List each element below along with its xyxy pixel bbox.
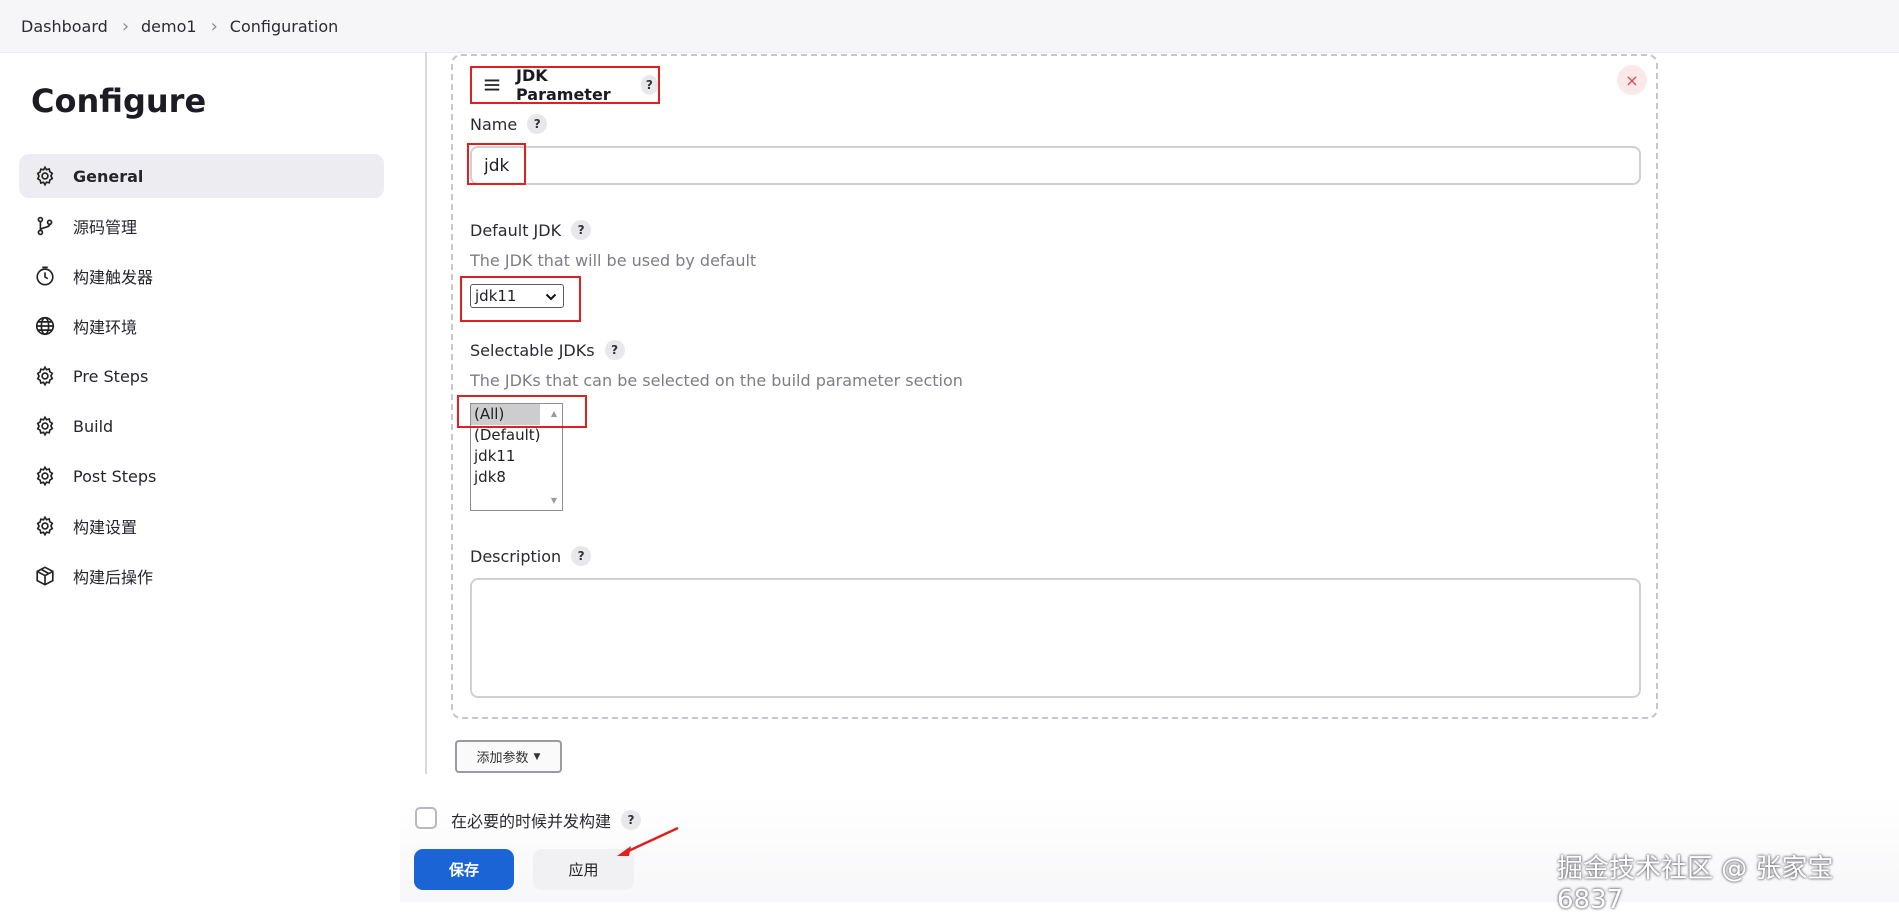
scroll-down-icon[interactable]: ▼	[551, 496, 557, 505]
sidebar-divider	[425, 52, 427, 774]
sidebar-item-pre-steps[interactable]: Pre Steps	[19, 354, 384, 398]
page-title: Configure	[31, 82, 207, 120]
breadcrumb-dashboard[interactable]: Dashboard	[0, 17, 108, 36]
sidebar-item-label: 构建环境	[73, 318, 138, 337]
gear-icon	[33, 414, 57, 438]
description-textarea[interactable]	[470, 578, 1641, 698]
concurrent-build-checkbox[interactable]	[415, 807, 437, 829]
remove-parameter-button[interactable]: ×	[1617, 65, 1647, 95]
branch-icon	[33, 214, 57, 238]
scroll-up-icon[interactable]: ▲	[551, 409, 557, 418]
add-parameter-button[interactable]: 添加参数 ▼	[455, 740, 562, 773]
default-jdk-label: Default JDK ?	[470, 220, 592, 240]
caret-down-icon: ▼	[533, 751, 541, 762]
gear-icon	[33, 514, 57, 538]
selectable-jdks-label-text: Selectable JDKs	[470, 340, 595, 360]
annotation-arrow-icon	[617, 826, 679, 856]
default-jdk-label-text: Default JDK	[470, 220, 562, 240]
selectable-jdks-label: Selectable JDKs ?	[470, 340, 625, 360]
name-label: Name ?	[470, 114, 548, 134]
help-icon[interactable]: ?	[571, 546, 592, 566]
gear-icon	[33, 464, 57, 488]
selectable-jdks-listbox[interactable]: (All) (Default) jdk11 jdk8 ▲ ▼	[470, 403, 563, 511]
chevron-right-icon: ›	[121, 15, 130, 37]
globe-icon	[33, 314, 57, 338]
sidebar-item-scm[interactable]: 源码管理	[19, 204, 384, 248]
default-jdk-description: The JDK that will be used by default	[470, 251, 757, 270]
description-label-text: Description	[470, 546, 562, 566]
sidebar-item-triggers[interactable]: 构建触发器	[19, 254, 384, 298]
sidebar-item-environment[interactable]: 构建环境	[19, 304, 384, 348]
sidebar-item-post-build[interactable]: 构建后操作	[19, 554, 384, 598]
name-field[interactable]	[470, 146, 1641, 185]
chevron-right-icon: ›	[210, 15, 218, 37]
list-option[interactable]: (All)	[471, 404, 540, 425]
gear-icon	[33, 364, 57, 388]
concurrent-build-label-text: 在必要的时候并发构建	[451, 812, 612, 831]
sidebar-item-build[interactable]: Build	[19, 404, 384, 448]
parameter-title: JDK Parameter	[516, 66, 611, 104]
sidebar-item-label: 构建触发器	[73, 268, 154, 287]
close-icon: ×	[1625, 70, 1639, 90]
sidebar-item-label: 构建后操作	[73, 568, 154, 587]
name-label-text: Name	[470, 114, 518, 134]
default-jdk-select[interactable]: jdk11	[470, 284, 564, 308]
sidebar-item-label: 源码管理	[73, 218, 138, 237]
credit-watermark: 掘金技术社区 @ 张家宝6837	[1557, 854, 1834, 915]
description-label: Description ?	[470, 546, 592, 566]
listbox-scrollbar[interactable]: ▲ ▼	[544, 404, 562, 510]
sidebar-item-label: General	[73, 166, 144, 186]
breadcrumb-configuration[interactable]: Configuration	[218, 17, 339, 36]
sidebar-item-post-steps[interactable]: Post Steps	[19, 454, 384, 498]
drag-handle-icon[interactable]	[482, 74, 502, 96]
help-icon[interactable]: ?	[640, 75, 658, 95]
package-icon	[33, 564, 57, 588]
sidebar-item-label: 构建设置	[73, 518, 138, 537]
breadcrumb: Dashboard › demo1 › Configuration	[0, 0, 1899, 53]
sidebar-item-label: Post Steps	[73, 466, 157, 486]
help-icon[interactable]: ?	[604, 340, 625, 360]
sidebar-item-label: Pre Steps	[73, 366, 149, 386]
clock-icon	[33, 264, 57, 288]
help-icon[interactable]: ?	[571, 220, 592, 240]
gear-icon	[33, 164, 57, 188]
parameter-header: JDK Parameter ?	[470, 66, 660, 104]
sidebar-item-label: Build	[73, 416, 114, 436]
sidebar-nav: General 源码管理 构建触发器 构建环境 Pre Steps Build	[19, 154, 384, 604]
selectable-jdks-description: The JDKs that can be selected on the bui…	[470, 371, 963, 390]
add-parameter-label: 添加参数	[476, 751, 529, 766]
breadcrumb-demo1[interactable]: demo1	[129, 17, 197, 36]
sidebar-item-general[interactable]: General	[19, 154, 384, 198]
chevron-down-icon	[545, 287, 557, 305]
sidebar-item-build-settings[interactable]: 构建设置	[19, 504, 384, 548]
save-button[interactable]: 保存	[414, 849, 514, 890]
help-icon[interactable]: ?	[527, 114, 548, 134]
default-jdk-selected: jdk11	[475, 287, 517, 305]
